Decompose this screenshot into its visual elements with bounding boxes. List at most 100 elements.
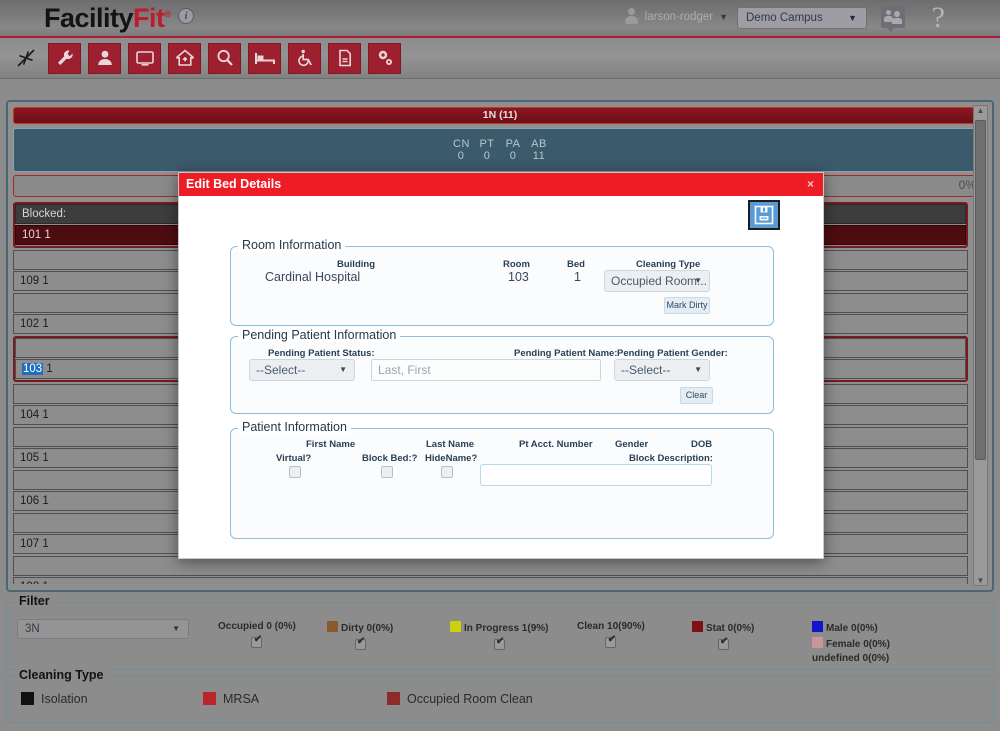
selected-bed-number: 1 xyxy=(43,363,53,375)
save-button[interactable] xyxy=(748,200,780,230)
filter-checkbox[interactable] xyxy=(494,639,505,650)
room-label: Room xyxy=(503,259,530,270)
pending-patient-group: Pending Patient Information Pending Pati… xyxy=(230,336,774,414)
close-icon[interactable]: × xyxy=(807,173,814,195)
home-plus-icon[interactable] xyxy=(168,43,201,74)
cleaning-type-label: Occupied Room Clean xyxy=(407,692,533,706)
color-swatch xyxy=(21,692,34,705)
cleaning-type-section: Cleaning Type IsolationMRSAOccupied Room… xyxy=(6,676,994,723)
pending-gender-label: Pending Patient Gender: xyxy=(617,348,728,359)
pending-gender-select[interactable]: --Select-- ▼ xyxy=(614,359,710,381)
monitor-icon[interactable] xyxy=(128,43,161,74)
user-icon[interactable] xyxy=(88,43,121,74)
info-icon[interactable]: i xyxy=(178,8,194,24)
filter-checkbox[interactable] xyxy=(251,637,262,648)
document-icon[interactable] xyxy=(328,43,361,74)
clear-button[interactable]: Clear xyxy=(680,387,713,404)
avatar xyxy=(624,8,639,25)
logo-text-primary: Facility xyxy=(44,3,133,33)
people-chat-icon[interactable] xyxy=(881,6,905,28)
filter-checkbox[interactable] xyxy=(605,637,616,648)
filter-legend-item[interactable]: Stat 0(0%) xyxy=(692,621,754,650)
filter-checkbox[interactable] xyxy=(718,639,729,650)
room-list-row[interactable]: 108 1 xyxy=(13,577,968,584)
filter-legend-item[interactable]: Dirty 0(0%) xyxy=(327,621,393,650)
room-value: 103 xyxy=(508,270,529,284)
filter-legend-item[interactable]: undefined 0(0%) xyxy=(812,653,889,664)
bed-icon[interactable] xyxy=(248,43,281,74)
room-list-scrollbar[interactable]: ▲ ▼ xyxy=(973,105,988,586)
pending-status-select[interactable]: --Select-- ▼ xyxy=(249,359,355,381)
unit-stat-value-0: 0 xyxy=(453,150,469,162)
unit-stat-value-1: 0 xyxy=(479,150,495,162)
unit-filter-value: 3N xyxy=(25,623,40,635)
virtual-checkbox[interactable] xyxy=(289,466,301,478)
unit-stat-label-1: PT xyxy=(479,138,495,150)
room-list-row[interactable] xyxy=(13,556,968,576)
block-bed-label: Block Bed:? xyxy=(362,453,417,464)
hide-name-checkbox[interactable] xyxy=(441,466,453,478)
filter-legend-item[interactable]: Female 0(0%) xyxy=(812,637,890,650)
color-swatch xyxy=(327,621,338,632)
patient-gender-label: Gender xyxy=(615,439,648,450)
cleaning-type-label: MRSA xyxy=(223,692,259,706)
pending-name-input[interactable]: Last, First xyxy=(371,359,601,381)
filter-legend-label: Dirty 0(0%) xyxy=(341,623,393,634)
color-swatch xyxy=(450,621,461,632)
cleaning-type-value: Occupied Room... xyxy=(611,274,707,288)
cleaning-type-legend: Cleaning Type xyxy=(15,668,108,682)
wrench-icon[interactable] xyxy=(48,43,81,74)
cleaning-type-item: Occupied Room Clean xyxy=(387,692,533,706)
floppy-save-icon xyxy=(754,205,774,225)
username-label: larson-rodger xyxy=(645,11,713,23)
campus-select[interactable]: Demo Campus ▼ xyxy=(737,7,867,29)
unit-stat-value-2: 0 xyxy=(505,150,521,162)
pending-name-label: Pending Patient Name: xyxy=(514,348,617,359)
scroll-down-icon[interactable]: ▼ xyxy=(974,576,987,585)
search-icon[interactable] xyxy=(208,43,241,74)
dialog-title: Edit Bed Details xyxy=(186,177,281,191)
color-swatch xyxy=(812,637,823,648)
unit-stat-value-3: 11 xyxy=(531,150,547,162)
room-information-group: Room Information Building Cardinal Hospi… xyxy=(230,246,774,326)
color-swatch xyxy=(387,692,400,705)
gears-icon[interactable] xyxy=(368,43,401,74)
bed-label: Bed xyxy=(567,259,585,270)
block-bed-checkbox[interactable] xyxy=(381,466,393,478)
filter-legend-label: Male 0(0%) xyxy=(826,623,878,634)
app-header: FacilityFit® i larson-rodger ▼ Demo Camp… xyxy=(0,0,1000,38)
filter-legend-item[interactable]: In Progress 1(9%) xyxy=(450,621,548,650)
filter-legend: Filter xyxy=(15,594,54,608)
mark-dirty-button[interactable]: Mark Dirty xyxy=(664,297,710,314)
building-value: Cardinal Hospital xyxy=(265,270,360,284)
pending-patient-legend: Pending Patient Information xyxy=(238,328,400,342)
unit-stat-label-3: AB xyxy=(531,138,547,150)
scrollbar-thumb[interactable] xyxy=(975,120,986,460)
user-menu[interactable]: larson-rodger ▼ xyxy=(624,8,728,25)
filter-checkbox[interactable] xyxy=(355,639,366,650)
cleaning-type-label: Isolation xyxy=(41,692,88,706)
cleaning-type-select[interactable]: Occupied Room... ▼ xyxy=(604,270,710,292)
pt-acct-number-label: Pt Acct. Number xyxy=(519,439,593,450)
unit-filter-select[interactable]: 3N ▼ xyxy=(17,619,189,639)
unit-stat-values: 00011 xyxy=(453,150,547,162)
wheelchair-icon[interactable] xyxy=(288,43,321,74)
filter-legend-item[interactable]: Occupied 0 (0%) xyxy=(218,621,296,648)
unit-stats: CNPTPAAB 00011 xyxy=(13,128,987,172)
filter-legend-item[interactable]: Clean 10(90%) xyxy=(577,621,645,648)
chevron-down-icon: ▼ xyxy=(339,360,347,380)
logo-trademark: ® xyxy=(165,9,171,19)
app-logo: FacilityFit® xyxy=(44,3,171,34)
dob-label: DOB xyxy=(691,439,712,450)
color-swatch xyxy=(203,692,216,705)
filter-legend-item[interactable]: Male 0(0%) xyxy=(812,621,878,634)
help-icon[interactable]: ? xyxy=(932,1,945,35)
block-description-label: Block Description: xyxy=(629,453,713,464)
pending-gender-value: --Select-- xyxy=(621,363,670,377)
filter-legend-label: Stat 0(0%) xyxy=(706,623,754,634)
sparkle-icon[interactable] xyxy=(10,43,41,74)
scroll-up-icon[interactable]: ▲ xyxy=(974,106,987,115)
chevron-down-icon: ▼ xyxy=(172,620,180,638)
virtual-label: Virtual? xyxy=(276,453,311,464)
block-description-input[interactable] xyxy=(480,464,712,486)
